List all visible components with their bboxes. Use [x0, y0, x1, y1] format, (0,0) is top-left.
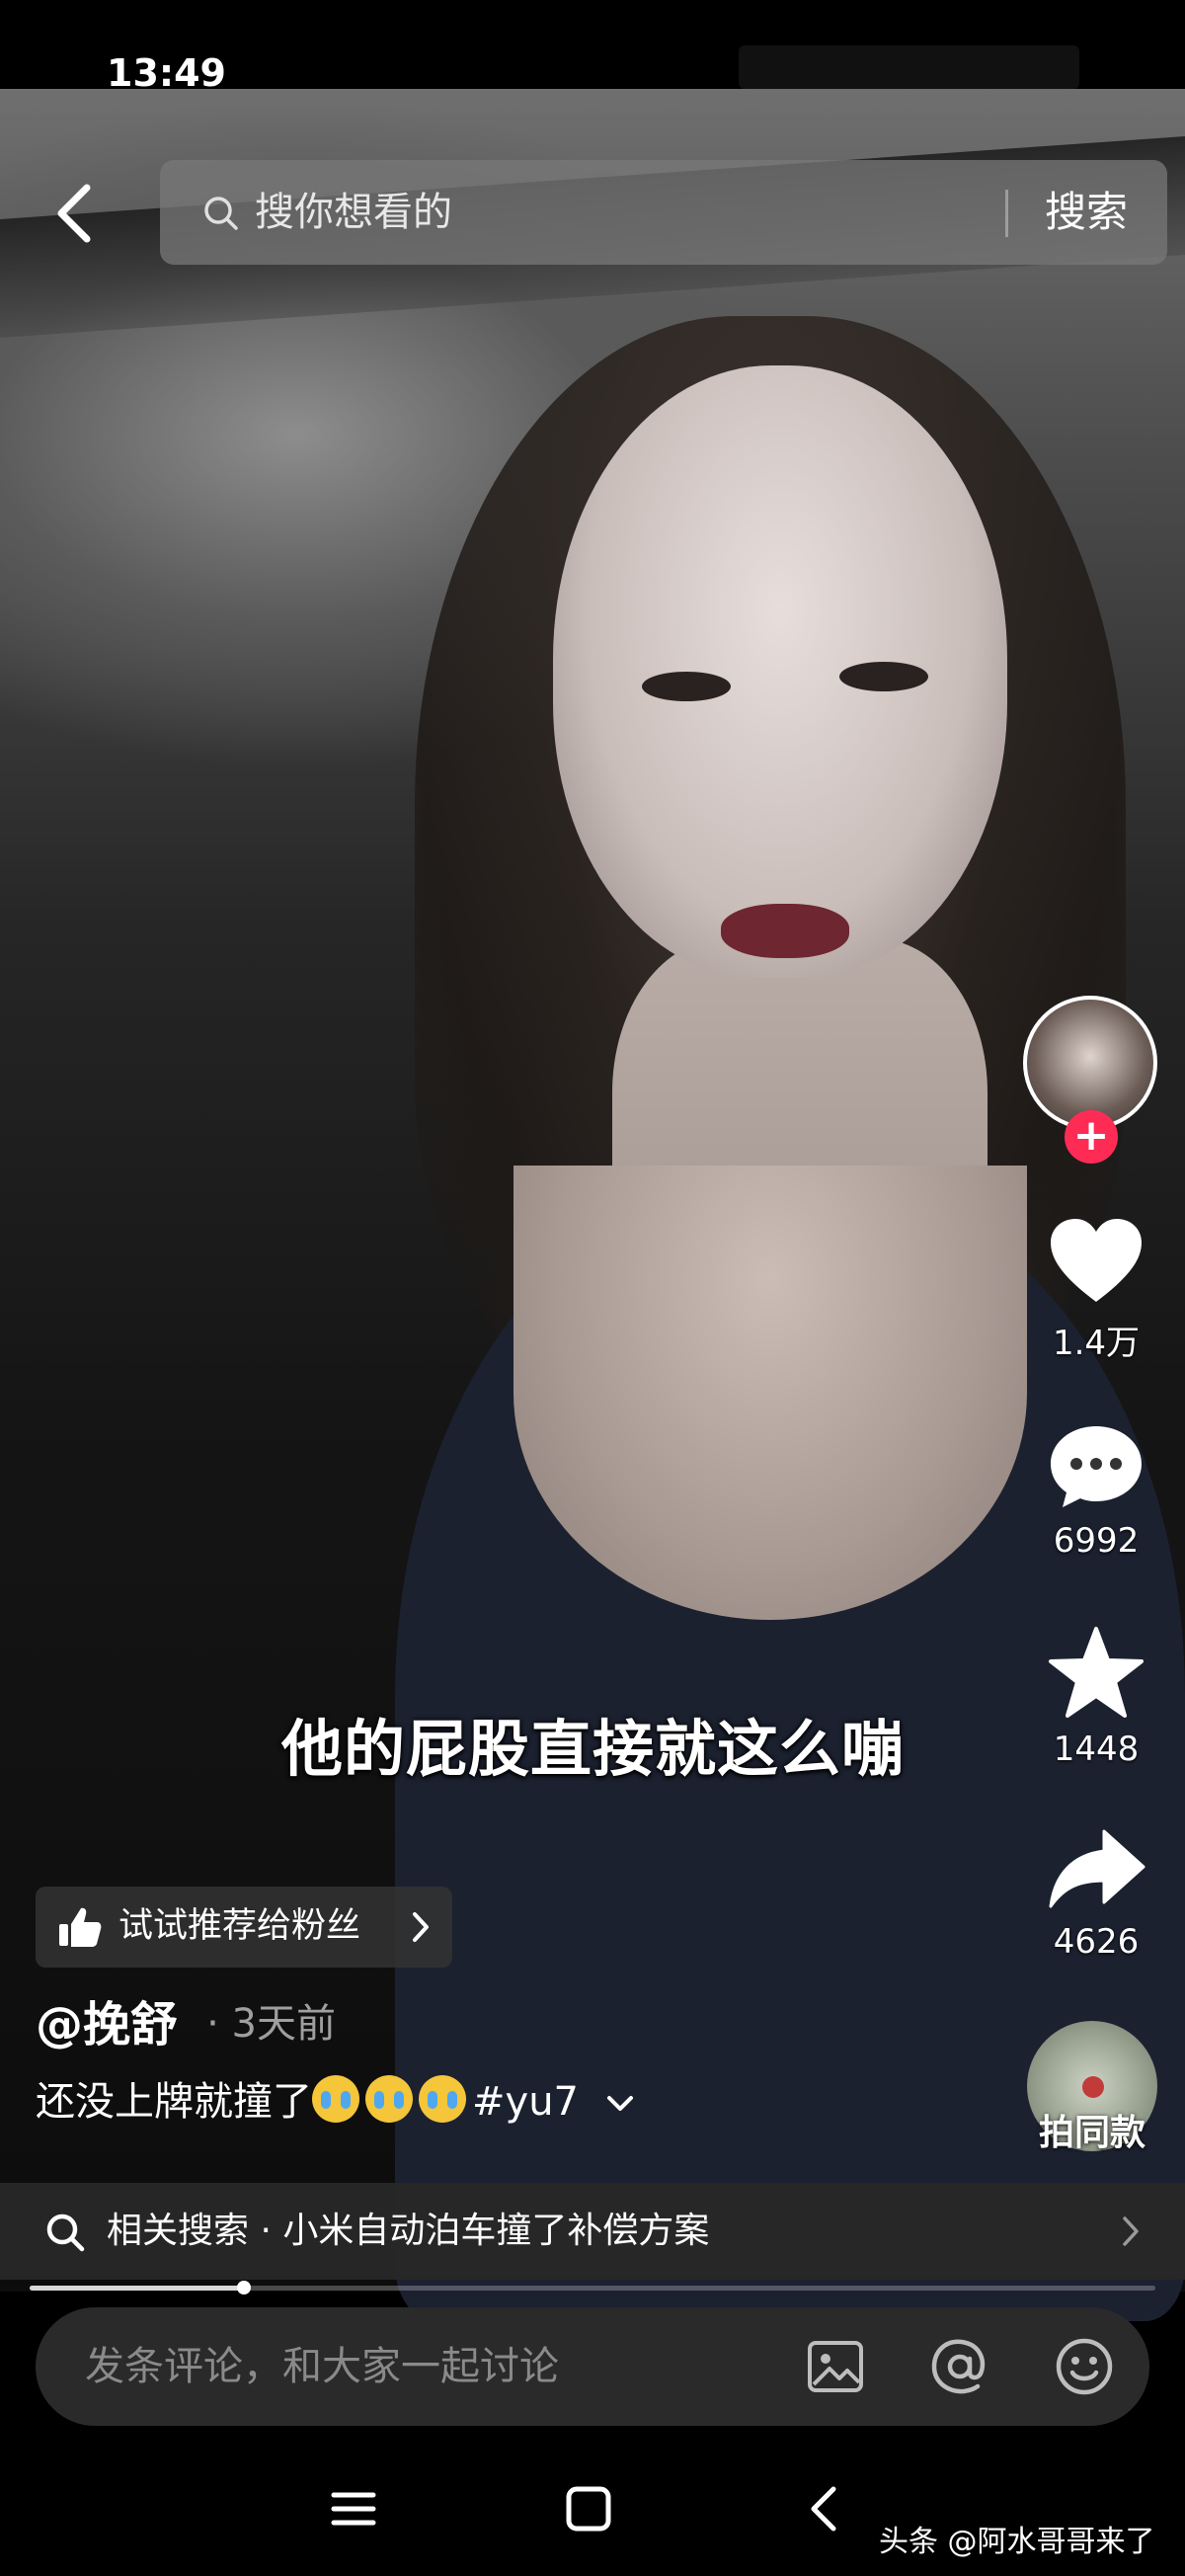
favorite-button[interactable]: 1448 — [1027, 1625, 1165, 1769]
comment-input[interactable]: 发条评论，和大家一起讨论 — [85, 2337, 559, 2396]
share-arrow-icon — [1049, 1829, 1146, 1908]
comment-bubble-icon — [1051, 1426, 1142, 1507]
chevron-right-icon — [1123, 2216, 1139, 2246]
search-icon — [204, 197, 238, 230]
share-count: 4626 — [1053, 1922, 1140, 1962]
back-icon[interactable] — [798, 2481, 853, 2536]
chevron-down-icon[interactable] — [605, 2094, 635, 2114]
related-search-bar[interactable]: 相关搜索 · 小米自动泊车撞了补偿方案 — [0, 2183, 1185, 2280]
thumbs-up-icon — [59, 1907, 102, 1947]
status-time: 13:49 — [107, 51, 226, 95]
post-time: · 3天前 — [206, 2001, 336, 2047]
search-button[interactable]: 搜索 — [1045, 184, 1128, 241]
same-style-label[interactable]: 拍同款 — [1017, 2104, 1167, 2155]
video-caption: 他的屁股直接就这么嘣 — [280, 1713, 904, 1785]
at-icon[interactable] — [928, 2335, 991, 2398]
comment-bar: 发条评论，和大家一起讨论 — [36, 2307, 1149, 2426]
comment-count: 6992 — [1053, 1521, 1140, 1561]
author-line: @挽舒 · 3天前 — [36, 1985, 336, 2054]
author-name[interactable]: @挽舒 — [36, 1997, 178, 2053]
like-button[interactable]: 1.4万 — [1027, 1217, 1165, 1364]
video-subject-eye — [839, 662, 928, 691]
video-progress-thumb[interactable] — [236, 2281, 251, 2294]
favorite-count: 1448 — [1053, 1730, 1140, 1769]
search-divider — [1005, 190, 1008, 237]
search-box[interactable]: 搜你想看的 搜索 — [160, 160, 1167, 265]
status-bar: 13:49 — [0, 0, 1185, 95]
image-icon[interactable] — [804, 2335, 867, 2398]
related-search-label: 相关搜索 · 小米自动泊车撞了补偿方案 — [107, 2211, 710, 2251]
recommend-label: 试试推荐给粉丝 — [118, 1906, 361, 1946]
same-style-disc-dot — [1082, 2076, 1104, 2098]
follow-button[interactable]: + — [1065, 1110, 1118, 1164]
description-text: 还没上牌就撞了 — [36, 2079, 312, 2125]
search-icon — [46, 2214, 85, 2252]
crying-emoji-icon — [312, 2075, 359, 2123]
heart-icon — [1051, 1219, 1142, 1302]
comment-button[interactable]: 6992 — [1027, 1422, 1165, 1561]
menu-icon[interactable] — [326, 2481, 381, 2536]
post-description[interactable]: 还没上牌就撞了 #yu7 — [36, 2072, 635, 2132]
video-subject-face — [553, 365, 1007, 978]
recommend-to-fans-button[interactable]: 试试推荐给粉丝 — [36, 1887, 452, 1968]
share-button[interactable]: 4626 — [1027, 1827, 1165, 1962]
search-input[interactable]: 搜你想看的 — [255, 184, 452, 241]
video-progress-fill — [30, 2286, 244, 2291]
home-icon[interactable] — [561, 2481, 616, 2536]
emoji-icon[interactable] — [1053, 2335, 1116, 2398]
video-progress-bar[interactable] — [30, 2281, 1155, 2294]
video-subject-lips — [721, 904, 849, 958]
status-icons — [739, 45, 1079, 89]
video-subject-neckline — [514, 1166, 1027, 1620]
video-subject-eye — [642, 672, 731, 701]
crying-emoji-icon — [365, 2075, 413, 2123]
description-hashtag[interactable]: #yu7 — [472, 2079, 579, 2125]
watermark: 头条 @阿水哥哥来了 — [879, 2525, 1155, 2559]
back-button[interactable] — [47, 176, 107, 251]
crying-emoji-icon — [419, 2075, 466, 2123]
like-count: 1.4万 — [1052, 1324, 1141, 1363]
back-arrow-icon — [57, 184, 91, 243]
chevron-right-icon — [413, 1912, 429, 1942]
star-icon — [1049, 1627, 1144, 1718]
